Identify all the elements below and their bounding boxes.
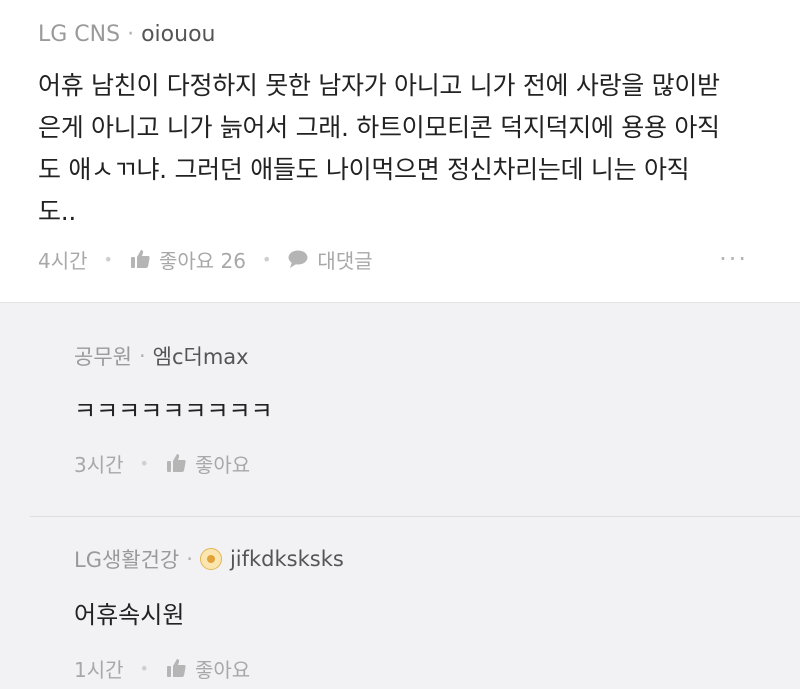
like-button[interactable]: 좋아요 26 <box>129 245 246 274</box>
author-company: 공무원 <box>74 345 132 369</box>
main-comment: LG CNS · oiouou 어휴 남친이 다정하지 못한 남자가 아니고 니… <box>0 0 800 302</box>
action-separator: • <box>103 249 113 269</box>
more-dots-icon[interactable]: ··· <box>719 244 748 274</box>
separator-dot: · <box>186 547 193 571</box>
comment-author: LG CNS · oiouou <box>38 18 215 50</box>
like-button[interactable]: 좋아요 <box>165 449 250 478</box>
comment-actions: 4시간 • 좋아요 26 • 대댓글 <box>38 244 373 274</box>
reply-time: 1시간 <box>74 657 124 682</box>
action-separator: • <box>139 658 149 678</box>
author-nickname[interactable]: jifkdksksks <box>230 547 344 571</box>
action-separator: • <box>261 249 272 269</box>
separator-dot: · <box>138 344 146 368</box>
reply-body: ㅋㅋㅋㅋㅋㅋㅋㅋㅋ <box>74 397 273 425</box>
reply-list: 공무원 · 엠c더max ㅋㅋㅋㅋㅋㅋㅋㅋㅋ 3시간 • 좋아요 LG생활건강 <box>0 303 800 689</box>
speech-bubble-icon <box>287 248 309 270</box>
author-company: LG CNS <box>38 21 121 47</box>
author-company: LG생활건강 <box>74 548 180 572</box>
comment-line: 어휴 남친이 다정하지 못한 남자가 아니고 니가 전에 사랑을 많이받 <box>38 71 720 100</box>
comment-line: 도.. <box>38 197 76 226</box>
reply-actions: 1시간 • 좋아요 <box>74 653 250 683</box>
separator-dot: · <box>127 21 135 47</box>
thumbs-up-icon <box>165 452 187 474</box>
thumbs-up-icon <box>129 248 151 270</box>
like-label: 좋아요 <box>194 452 251 477</box>
reply-divider <box>30 516 800 517</box>
like-label: 좋아요 <box>194 657 251 682</box>
comment-time: 4시간 <box>38 248 88 273</box>
reply-author: LG생활건강 · jifkdksksks <box>74 544 344 574</box>
reply-time: 3시간 <box>74 452 124 477</box>
reply-actions: 3시간 • 좋아요 <box>74 448 250 478</box>
comment-line: 은게 아니고 니가 늙어서 그래. 하트이모티콘 덕지덕지에 용용 아직 <box>38 113 720 142</box>
flower-badge-icon <box>199 548 222 570</box>
author-nickname[interactable]: oiouou <box>141 22 215 47</box>
reply-label: 대댓글 <box>317 248 373 273</box>
reply-body: 어휴속시원 <box>74 601 185 629</box>
like-label: 좋아요 26 <box>158 248 246 273</box>
thumbs-up-icon <box>165 657 187 679</box>
comment-line: 도 애ㅅㄲ냐. 그러던 애들도 나이먹으면 정신차리는데 니는 아직 <box>38 155 690 184</box>
action-separator: • <box>139 453 149 473</box>
author-nickname[interactable]: 엠c더max <box>153 341 249 371</box>
like-button[interactable]: 좋아요 <box>165 654 250 683</box>
comment-body: 어휴 남친이 다정하지 못한 남자가 아니고 니가 전에 사랑을 많이받 은게 … <box>38 65 778 233</box>
reply-author: 공무원 · 엠c더max <box>74 341 249 371</box>
reply-button[interactable]: 대댓글 <box>287 245 373 274</box>
